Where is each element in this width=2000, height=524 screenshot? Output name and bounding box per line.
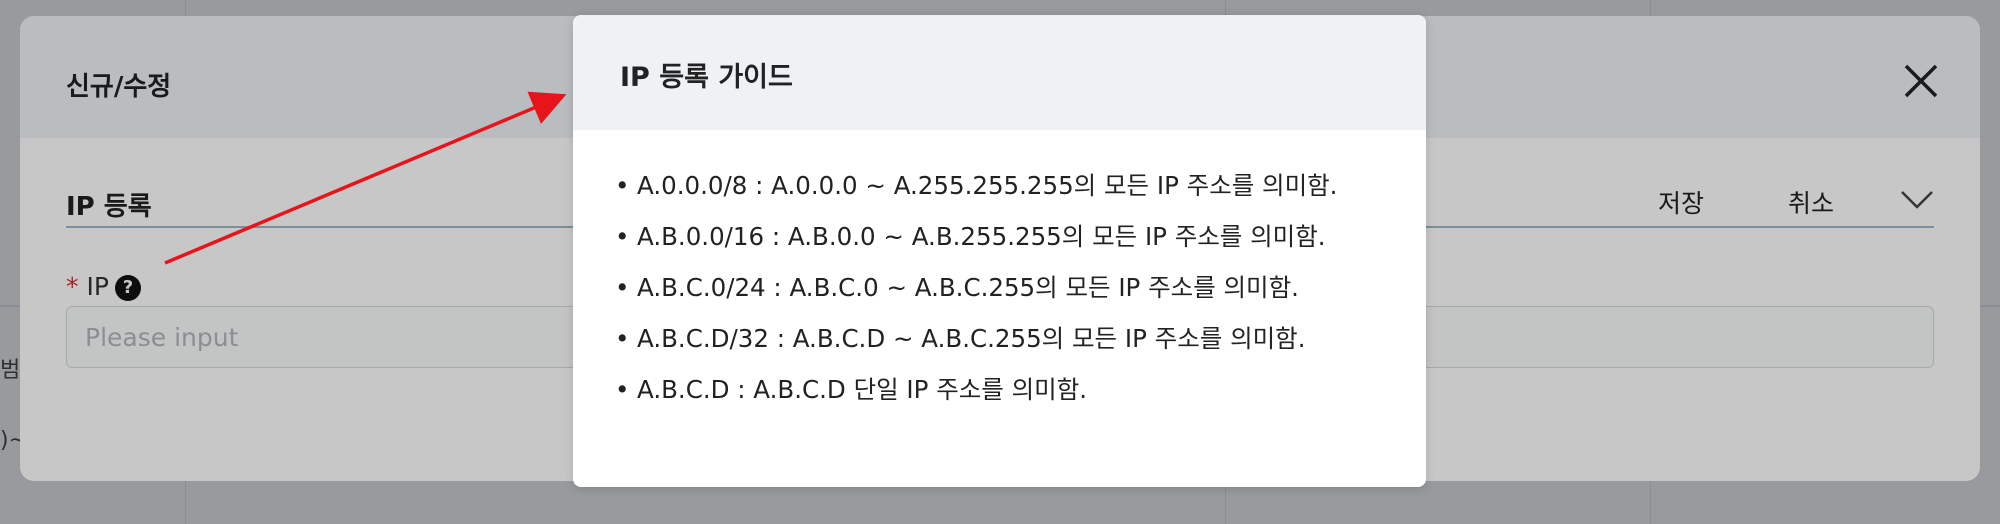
guide-item-text: A.0.0.0/8 : A.0.0.0 ~ A.255.255.255의 모든 … [637,171,1338,200]
guide-header: IP 등록 가이드 [573,15,1426,130]
guide-item: • A.B.C.D : A.B.C.D 단일 IP 주소를 의미함. [615,375,1088,404]
guide-item-text: A.B.C.D/32 : A.B.C.D ~ A.B.C.255의 모든 IP … [637,324,1306,353]
guide-item-text: A.B.C.0/24 : A.B.C.0 ~ A.B.C.255의 모든 IP … [637,273,1299,302]
guide-item: • A.0.0.0/8 : A.0.0.0 ~ A.255.255.255의 모든… [615,171,1338,200]
guide-item: • A.B.0.0/16 : A.B.0.0 ~ A.B.255.255의 모든 … [615,222,1326,251]
guide-item: • A.B.C.D/32 : A.B.C.D ~ A.B.C.255의 모든 IP… [615,324,1306,353]
guide-item-text: A.B.0.0/16 : A.B.0.0 ~ A.B.255.255의 모든 I… [637,222,1326,251]
guide-item: • A.B.C.0/24 : A.B.C.0 ~ A.B.C.255의 모든 IP… [615,273,1299,302]
guide-item-text: A.B.C.D : A.B.C.D 단일 IP 주소를 의미함. [637,375,1088,404]
ip-guide-popup: IP 등록 가이드 • A.0.0.0/8 : A.0.0.0 ~ A.255.2… [573,15,1426,487]
guide-title: IP 등록 가이드 [620,62,793,93]
guide-list: • A.0.0.0/8 : A.0.0.0 ~ A.255.255.255의 모든… [573,130,1426,423]
